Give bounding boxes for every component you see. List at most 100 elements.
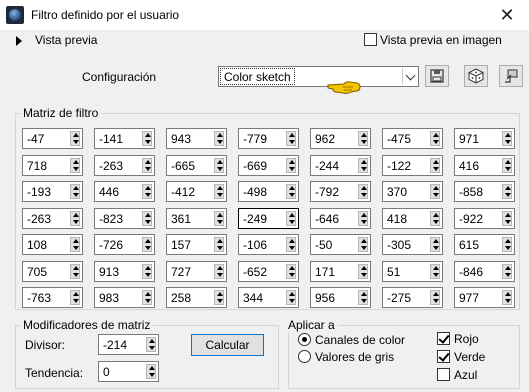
matrix-cell-stepper[interactable] — [214, 131, 224, 146]
image-preview-label[interactable]: Vista previa en imagen — [380, 33, 502, 47]
matrix-cell[interactable]: -846 — [454, 261, 515, 282]
matrix-cell-stepper[interactable] — [70, 211, 80, 226]
checkbox-green-label[interactable]: Verde — [454, 350, 485, 364]
reset-button[interactable] — [499, 65, 523, 87]
matrix-cell-stepper[interactable] — [358, 158, 368, 173]
matrix-cell-stepper[interactable] — [502, 290, 512, 305]
matrix-cell-stepper[interactable] — [70, 237, 80, 252]
matrix-cell[interactable]: 51 — [382, 261, 443, 282]
matrix-cell[interactable]: -141 — [94, 128, 155, 149]
expand-triangle-icon[interactable] — [16, 36, 22, 46]
matrix-cell[interactable]: -50 — [310, 234, 371, 255]
matrix-cell-stepper[interactable] — [430, 131, 440, 146]
matrix-cell-stepper[interactable] — [286, 158, 296, 173]
matrix-cell-stepper[interactable] — [286, 211, 296, 226]
checkbox-green[interactable] — [437, 350, 450, 363]
matrix-cell-stepper[interactable] — [142, 131, 152, 146]
matrix-cell-stepper[interactable] — [430, 290, 440, 305]
matrix-cell-stepper[interactable] — [286, 184, 296, 199]
matrix-cell-stepper[interactable] — [358, 131, 368, 146]
matrix-cell-stepper[interactable] — [358, 211, 368, 226]
matrix-cell[interactable]: -652 — [238, 261, 299, 282]
divisor-field[interactable]: -214 — [98, 334, 159, 355]
matrix-cell-stepper[interactable] — [70, 131, 80, 146]
matrix-cell-stepper[interactable] — [358, 237, 368, 252]
matrix-cell[interactable]: -275 — [382, 287, 443, 308]
matrix-cell-stepper[interactable] — [286, 131, 296, 146]
matrix-cell[interactable]: 344 — [238, 287, 299, 308]
matrix-cell-stepper[interactable] — [502, 158, 512, 173]
matrix-cell-stepper[interactable] — [430, 184, 440, 199]
matrix-cell-stepper[interactable] — [142, 264, 152, 279]
randomize-button[interactable] — [464, 65, 488, 87]
matrix-cell[interactable]: -823 — [94, 208, 155, 229]
matrix-cell-stepper[interactable] — [142, 158, 152, 173]
matrix-cell[interactable]: -244 — [310, 155, 371, 176]
matrix-cell-stepper[interactable] — [430, 158, 440, 173]
matrix-cell-stepper[interactable] — [358, 264, 368, 279]
matrix-cell[interactable]: 418 — [382, 208, 443, 229]
matrix-cell[interactable]: -779 — [238, 128, 299, 149]
matrix-cell[interactable]: 370 — [382, 181, 443, 202]
matrix-cell[interactable]: -792 — [310, 181, 371, 202]
matrix-cell[interactable]: 971 — [454, 128, 515, 149]
matrix-cell[interactable]: 171 — [310, 261, 371, 282]
radio-color-channels-label[interactable]: Canales de color — [315, 333, 405, 347]
checkbox-blue-label[interactable]: Azul — [454, 368, 477, 382]
image-preview-checkbox[interactable] — [364, 33, 377, 46]
matrix-cell-stepper[interactable] — [214, 158, 224, 173]
matrix-cell[interactable]: -193 — [22, 181, 83, 202]
matrix-cell[interactable]: 446 — [94, 181, 155, 202]
matrix-cell[interactable]: 705 — [22, 261, 83, 282]
matrix-cell-stepper[interactable] — [502, 131, 512, 146]
matrix-cell-stepper[interactable] — [286, 290, 296, 305]
radio-color-channels[interactable] — [298, 333, 311, 346]
matrix-cell[interactable]: 983 — [94, 287, 155, 308]
checkbox-red[interactable] — [437, 332, 450, 345]
matrix-cell-stepper[interactable] — [502, 211, 512, 226]
matrix-cell[interactable]: 258 — [166, 287, 227, 308]
matrix-cell[interactable]: 416 — [454, 155, 515, 176]
matrix-cell[interactable]: -498 — [238, 181, 299, 202]
matrix-cell[interactable]: -47 — [22, 128, 83, 149]
matrix-cell-stepper[interactable] — [214, 211, 224, 226]
matrix-cell-stepper[interactable] — [430, 264, 440, 279]
matrix-cell-stepper[interactable] — [502, 184, 512, 199]
matrix-cell-stepper[interactable] — [430, 211, 440, 226]
radio-gray-values-label[interactable]: Valores de gris — [315, 350, 394, 364]
matrix-cell[interactable]: 727 — [166, 261, 227, 282]
matrix-cell-stepper[interactable] — [502, 264, 512, 279]
matrix-cell[interactable]: -305 — [382, 234, 443, 255]
matrix-cell[interactable]: -263 — [94, 155, 155, 176]
matrix-cell[interactable]: -263 — [22, 208, 83, 229]
matrix-cell[interactable]: 157 — [166, 234, 227, 255]
matrix-cell[interactable]: -763 — [22, 287, 83, 308]
matrix-cell[interactable]: -106 — [238, 234, 299, 255]
matrix-cell[interactable]: -122 — [382, 155, 443, 176]
matrix-cell[interactable]: 977 — [454, 287, 515, 308]
matrix-cell[interactable]: 956 — [310, 287, 371, 308]
matrix-cell-stepper[interactable] — [502, 237, 512, 252]
matrix-cell-stepper[interactable] — [286, 237, 296, 252]
preset-dropdown[interactable]: Color sketch — [218, 66, 419, 87]
matrix-cell-stepper[interactable] — [142, 237, 152, 252]
matrix-cell-stepper[interactable] — [142, 211, 152, 226]
matrix-cell-stepper[interactable] — [214, 290, 224, 305]
matrix-cell[interactable]: -412 — [166, 181, 227, 202]
matrix-cell[interactable]: -646 — [310, 208, 371, 229]
matrix-cell[interactable]: 108 — [22, 234, 83, 255]
matrix-cell[interactable]: 913 — [94, 261, 155, 282]
matrix-cell[interactable]: -669 — [238, 155, 299, 176]
matrix-cell[interactable]: -726 — [94, 234, 155, 255]
preview-toggle-label[interactable]: Vista previa — [35, 33, 97, 47]
matrix-cell-stepper[interactable] — [358, 290, 368, 305]
matrix-cell-stepper[interactable] — [70, 158, 80, 173]
calculate-button[interactable]: Calcular — [191, 334, 264, 356]
close-button[interactable]: ✕ — [485, 0, 529, 30]
matrix-cell[interactable]: -858 — [454, 181, 515, 202]
matrix-cell-stepper[interactable] — [286, 264, 296, 279]
matrix-cell[interactable]: 718 — [22, 155, 83, 176]
matrix-cell-stepper[interactable] — [358, 184, 368, 199]
bias-stepper[interactable] — [146, 364, 156, 379]
radio-gray-values[interactable] — [298, 350, 311, 363]
